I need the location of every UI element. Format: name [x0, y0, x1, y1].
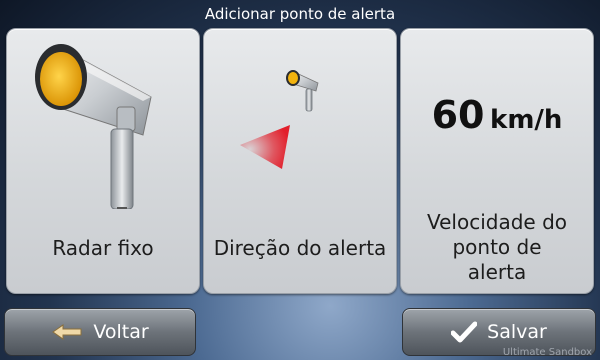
speed-camera-icon — [286, 70, 319, 112]
speed-camera-icon — [35, 44, 152, 209]
watermark: Ultimate Sandbox — [502, 347, 592, 358]
alert-speed-tile[interactable]: 60 km/h Velocidade do ponto de alerta — [400, 28, 594, 294]
page-title: Adicionar ponto de alerta — [204, 5, 396, 23]
velocidade-label: Velocidade do ponto de alerta — [426, 210, 568, 284]
direcao-alerta-label: Direção do alerta — [213, 236, 387, 260]
speed-limit-value: 60 km/h — [431, 93, 563, 137]
back-arrow-icon — [51, 323, 83, 341]
radar-fixo-label: Radar fixo — [52, 236, 154, 260]
direction-cone-icon — [240, 125, 290, 169]
back-button[interactable]: Voltar — [4, 308, 196, 356]
back-label: Voltar — [93, 321, 149, 343]
checkmark-icon — [451, 321, 478, 343]
alert-direction-tile[interactable]: Direção do alerta — [203, 28, 397, 294]
save-label: Salvar — [487, 321, 547, 343]
alert-type-tile[interactable]: Radar fixo — [6, 28, 200, 294]
